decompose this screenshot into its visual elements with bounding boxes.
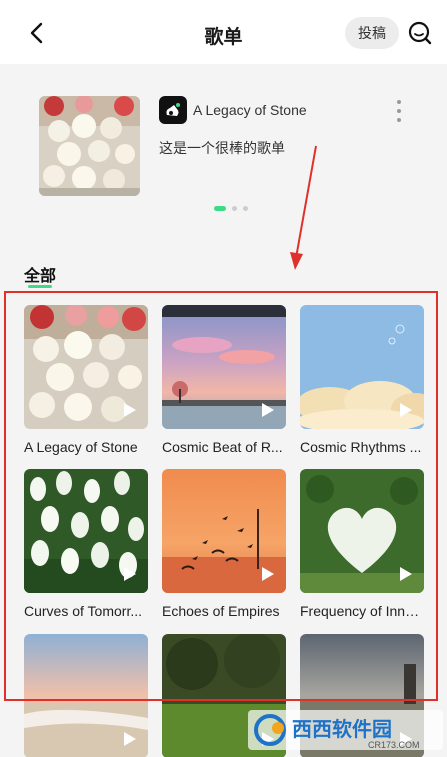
playlist-title: Cosmic Rhythms ... [300,439,422,455]
featured-playlist-name[interactable]: A Legacy of Stone [193,102,307,118]
playlist-card[interactable]: A Legacy of Stone [24,305,148,455]
play-icon[interactable] [124,732,136,746]
section-tab-all[interactable]: 全部 [24,262,56,286]
play-icon[interactable] [124,567,136,581]
carousel-indicator [214,206,248,211]
playlist-card[interactable]: Cosmic Beat of R... [162,305,286,455]
search-button[interactable] [406,19,434,47]
brand-watermark-icon: 西西软件园 CR173.COM [248,710,443,750]
play-icon[interactable] [262,567,274,581]
featured-cover-image[interactable] [39,96,140,196]
play-icon[interactable] [262,403,274,417]
play-icon[interactable] [124,403,136,417]
carousel-dot[interactable] [232,206,237,211]
playlist-cover[interactable] [300,305,424,429]
playlist-cover[interactable] [300,469,424,593]
playlist-cover[interactable] [162,305,286,429]
submit-button[interactable]: 投稿 [345,17,399,49]
playlist-title: Echoes of Empires [162,603,280,619]
more-options-icon[interactable] [390,98,408,124]
svg-text:西西软件园: 西西软件园 [292,717,392,741]
featured-playlist-description: 这是一个很棒的歌单 [159,140,285,156]
playlist-cover[interactable] [24,305,148,429]
top-bar: 歌单 投稿 [0,0,447,64]
featured-logo-icon [159,96,187,124]
watermark-logo: 西西软件园 CR173.COM [248,706,443,752]
svg-text:CR173.COM: CR173.COM [368,740,420,750]
playlist-cover[interactable] [162,469,286,593]
tab-underline [28,285,52,288]
play-icon[interactable] [400,403,412,417]
playlist-card[interactable]: Echoes of Empires [162,469,286,619]
playlist-card[interactable]: Frequency of Inno... [300,469,424,619]
carousel-dot[interactable] [243,206,248,211]
play-icon[interactable] [400,567,412,581]
search-icon [408,21,432,45]
featured-banner[interactable]: A Legacy of Stone 这是一个很棒的歌单 [0,64,447,240]
playlist-card[interactable] [24,634,148,757]
playlist-title: Frequency of Inno... [300,603,424,619]
playlist-title: Curves of Tomorr... [24,603,143,619]
playlist-cover[interactable] [24,634,148,757]
playlist-cover[interactable] [24,469,148,593]
playlist-card[interactable]: Cosmic Rhythms ... [300,305,424,455]
playlist-card[interactable]: Curves of Tomorr... [24,469,148,619]
playlist-title: Cosmic Beat of R... [162,439,283,455]
carousel-dot-active[interactable] [214,206,226,211]
playlist-title: A Legacy of Stone [24,439,138,455]
